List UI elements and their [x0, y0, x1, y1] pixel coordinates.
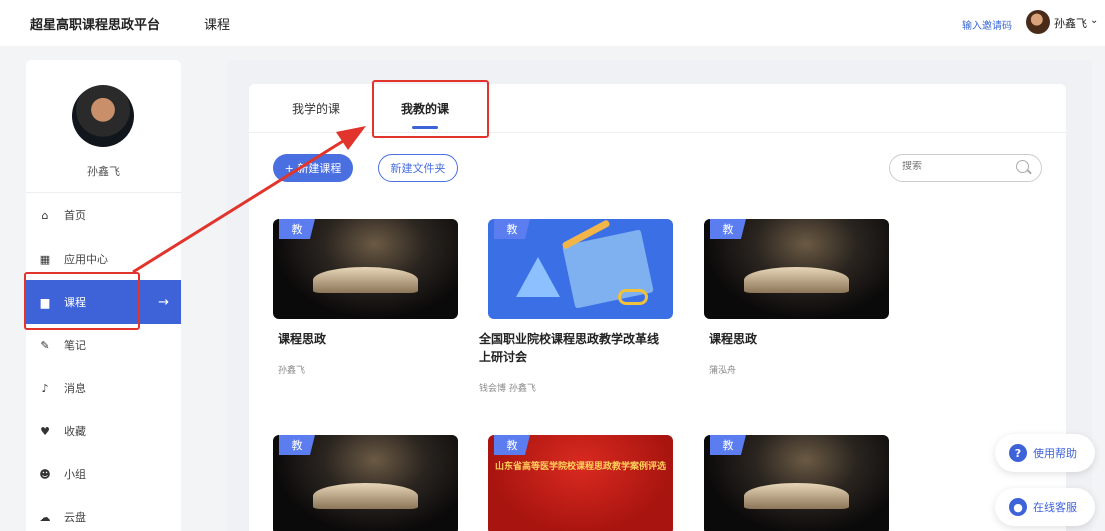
cover-banner-text: 山东省高等医学院校课程思政教学案例评选 [494, 462, 666, 472]
course-cover[interactable]: 山东省高等医学院校课程思政教学案例评选 教 [488, 435, 673, 531]
annotation-box-course [24, 272, 140, 330]
course-title[interactable]: 全国职业院校课程思政教学改革线上研讨会 [479, 330, 669, 366]
apps-icon: ▦ [39, 252, 51, 266]
nav-course[interactable]: 课程 [204, 14, 230, 33]
glasses-illustration [618, 289, 648, 305]
ruler-illustration [516, 257, 560, 297]
heart-icon: ♥ [40, 424, 50, 438]
group-icon: ☻ [39, 467, 51, 481]
arrow-right-icon: → [158, 294, 169, 310]
course-cover[interactable]: 教 [488, 219, 673, 319]
teacher-badge: 教 [279, 435, 315, 455]
course-cover[interactable]: 教 [273, 435, 458, 531]
brand-title[interactable]: 超星高职课程思政平台 [30, 14, 160, 33]
sidebar-item-label: 应用中心 [64, 253, 108, 266]
sidebar-item-label: 收藏 [64, 425, 86, 438]
course-title[interactable]: 课程思政 [709, 330, 899, 348]
course-teacher: 蒲泓舟 [709, 366, 737, 376]
annotation-box-teach-tab [372, 80, 489, 138]
sidebar-item-home[interactable]: ⌂ 首页 [26, 193, 181, 237]
user-avatar[interactable] [1026, 10, 1050, 34]
profile-name: 孙鑫飞 [87, 165, 120, 178]
new-course-button[interactable]: + 新建课程 [273, 154, 353, 182]
teacher-badge: 教 [710, 435, 746, 455]
sidebar-item-label: 小组 [64, 468, 86, 481]
customer-service-button[interactable]: ● 在线客服 [995, 488, 1095, 526]
sidebar-item-favorites[interactable]: ♥ 收藏 [26, 409, 181, 453]
note-icon: ✎ [40, 338, 50, 352]
help-button[interactable]: ? 使用帮助 [995, 434, 1095, 472]
service-icon: ● [1009, 498, 1027, 516]
top-user-name[interactable]: 孙鑫飞 [1054, 15, 1087, 31]
cloud-icon: ☁ [39, 510, 51, 524]
search-box [889, 154, 1042, 182]
teacher-badge: 教 [279, 219, 315, 239]
service-label: 在线客服 [1033, 501, 1077, 514]
course-cover[interactable]: 教 [273, 219, 458, 319]
sidebar-item-groups[interactable]: ☻ 小组 [26, 452, 181, 496]
course-teacher: 孙鑫飞 [278, 366, 306, 376]
invite-code-link[interactable]: 输入邀请码 [962, 17, 1012, 32]
course-teacher: 钱会博 孙鑫飞 [479, 384, 536, 394]
search-input[interactable] [902, 161, 1012, 172]
teacher-badge: 教 [494, 219, 530, 239]
bell-icon: ♪ [41, 381, 49, 395]
course-cover[interactable]: 教 [704, 219, 889, 319]
teacher-badge: 教 [710, 219, 746, 239]
new-folder-button[interactable]: 新建文件夹 [378, 154, 458, 182]
sidebar-item-messages[interactable]: ♪ 消息 [26, 366, 181, 410]
sidebar-item-label: 云盘 [64, 511, 86, 524]
sidebar-item-label: 消息 [64, 382, 86, 395]
chevron-down-icon[interactable]: ⌄ [1090, 15, 1098, 26]
sidebar-item-cloud[interactable]: ☁ 云盘 [26, 495, 181, 531]
course-cover[interactable]: 教 [704, 435, 889, 531]
question-icon: ? [1009, 444, 1027, 462]
top-bar: 超星高职课程思政平台 课程 输入邀请码 孙鑫飞 ⌄ [0, 0, 1105, 46]
sidebar-item-label: 笔记 [64, 339, 86, 352]
teacher-badge: 教 [494, 435, 530, 455]
tab-study[interactable]: 我学的课 [292, 100, 340, 117]
profile-avatar[interactable] [72, 85, 134, 147]
sidebar-item-label: 首页 [64, 209, 86, 222]
course-title[interactable]: 课程思政 [278, 330, 468, 348]
help-label: 使用帮助 [1033, 447, 1077, 460]
search-icon[interactable] [1016, 160, 1029, 173]
home-icon: ⌂ [41, 208, 49, 222]
